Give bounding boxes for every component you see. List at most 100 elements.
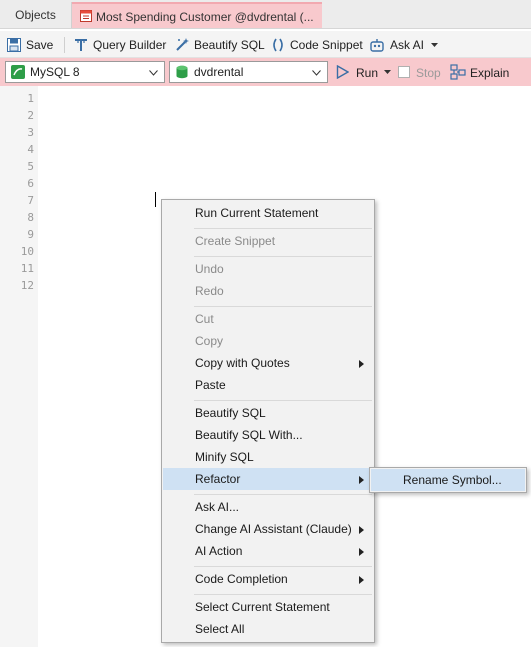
menu-item-code-completion[interactable]: Code Completion bbox=[163, 568, 374, 590]
menu-separator bbox=[194, 494, 372, 495]
stop-icon bbox=[398, 66, 410, 78]
menu-separator bbox=[194, 566, 372, 567]
database-value: dvdrental bbox=[194, 65, 244, 79]
refactor-submenu: Rename Symbol... bbox=[369, 467, 527, 493]
line-number: 2 bbox=[27, 109, 34, 122]
explain-button[interactable]: Explain bbox=[450, 62, 510, 82]
line-number: 4 bbox=[27, 143, 34, 156]
save-icon bbox=[7, 38, 21, 52]
query-builder-label: Query Builder bbox=[93, 38, 167, 52]
menu-item-undo[interactable]: Undo bbox=[163, 258, 374, 280]
menu-item-refactor[interactable]: Refactor bbox=[163, 468, 374, 490]
code-snippet-label: Code Snippet bbox=[290, 38, 363, 52]
save-button[interactable]: Save bbox=[6, 35, 54, 55]
menu-item-ask-ai[interactable]: Ask AI... bbox=[163, 496, 374, 518]
line-number: 6 bbox=[27, 177, 34, 190]
beautify-sql-label: Beautify SQL bbox=[194, 38, 265, 52]
line-number: 11 bbox=[20, 262, 34, 275]
menu-item-label: Copy with Quotes bbox=[195, 356, 290, 370]
chevron-right-icon bbox=[359, 360, 364, 368]
menu-item-minify-sql[interactable]: Minify SQL bbox=[163, 446, 374, 468]
menu-item-select-all[interactable]: Select All bbox=[163, 618, 374, 640]
play-icon bbox=[336, 65, 349, 79]
menu-item-rename-symbol[interactable]: Rename Symbol... bbox=[371, 469, 525, 491]
menu-separator bbox=[194, 256, 372, 257]
chevron-right-icon bbox=[359, 548, 364, 556]
chevron-right-icon bbox=[359, 576, 364, 584]
query-builder-icon bbox=[75, 39, 87, 51]
line-number: 1 bbox=[27, 92, 34, 105]
save-label: Save bbox=[26, 38, 54, 52]
database-select[interactable]: dvdrental bbox=[169, 61, 328, 83]
chevron-down-icon bbox=[431, 43, 438, 47]
chevron-down-icon bbox=[312, 70, 321, 76]
menu-item-ai-action[interactable]: AI Action bbox=[163, 540, 374, 562]
ai-robot-icon bbox=[370, 39, 384, 52]
editor-context-menu: Run Current Statement Create Snippet Und… bbox=[161, 199, 375, 643]
menu-item-create-snippet[interactable]: Create Snippet bbox=[163, 230, 374, 252]
tab-query-label: Most Spending Customer @dvdrental (... bbox=[96, 10, 314, 24]
line-number: 3 bbox=[27, 126, 34, 139]
line-number: 5 bbox=[27, 160, 34, 173]
tab-bar: Objects Most Spending Customer @dvdrenta… bbox=[0, 0, 531, 29]
menu-item-label: Code Completion bbox=[195, 572, 288, 586]
brackets-icon bbox=[273, 38, 283, 52]
explain-label: Explain bbox=[470, 66, 510, 80]
beautify-sql-button[interactable]: Beautify SQL bbox=[174, 35, 265, 55]
menu-item-label: Refactor bbox=[195, 472, 241, 486]
code-snippet-button[interactable]: Code Snippet bbox=[270, 35, 364, 55]
ask-ai-button[interactable]: Ask AI bbox=[369, 35, 439, 55]
chevron-down-icon bbox=[149, 70, 158, 76]
query-builder-button[interactable]: Query Builder bbox=[73, 35, 169, 55]
query-icon bbox=[80, 10, 92, 22]
menu-item-run-current-statement[interactable]: Run Current Statement bbox=[163, 202, 374, 224]
menu-separator bbox=[194, 228, 372, 229]
chevron-down-icon bbox=[384, 70, 391, 74]
menu-item-select-current-statement[interactable]: Select Current Statement bbox=[163, 596, 374, 618]
menu-separator bbox=[194, 594, 372, 595]
line-number: 7 bbox=[27, 194, 34, 207]
menu-item-beautify-sql-with[interactable]: Beautify SQL With... bbox=[163, 424, 374, 446]
database-icon bbox=[176, 65, 188, 79]
magic-wand-icon bbox=[176, 38, 189, 51]
menu-item-cut[interactable]: Cut bbox=[163, 308, 374, 330]
menu-separator bbox=[194, 400, 372, 401]
menu-item-copy-with-quotes[interactable]: Copy with Quotes bbox=[163, 352, 374, 374]
db-type-select[interactable]: MySQL 8 bbox=[5, 61, 165, 83]
chevron-right-icon bbox=[359, 476, 364, 484]
line-number: 8 bbox=[27, 211, 34, 224]
menu-item-paste[interactable]: Paste bbox=[163, 374, 374, 396]
toolbar-divider bbox=[64, 37, 65, 53]
tab-query[interactable]: Most Spending Customer @dvdrental (... bbox=[72, 2, 322, 28]
line-number-gutter: 1 2 3 4 5 6 7 8 9 10 11 12 bbox=[0, 86, 38, 647]
line-number: 10 bbox=[20, 245, 34, 258]
menu-item-redo[interactable]: Redo bbox=[163, 280, 374, 302]
db-type-value: MySQL 8 bbox=[30, 65, 80, 79]
tab-objects[interactable]: Objects bbox=[0, 2, 72, 28]
run-label: Run bbox=[356, 66, 379, 80]
chevron-right-icon bbox=[359, 526, 364, 534]
connection-toolbar: MySQL 8 dvdrental Run Stop Explain bbox=[0, 58, 531, 86]
menu-separator bbox=[194, 306, 372, 307]
menu-item-change-ai-assistant[interactable]: Change AI Assistant (Claude) bbox=[163, 518, 374, 540]
line-number: 9 bbox=[27, 228, 34, 241]
menu-item-copy[interactable]: Copy bbox=[163, 330, 374, 352]
stop-label: Stop bbox=[416, 66, 441, 80]
ask-ai-label: Ask AI bbox=[390, 38, 425, 52]
menu-item-label: Change AI Assistant (Claude) bbox=[195, 522, 352, 536]
explain-icon bbox=[450, 64, 466, 80]
run-button[interactable]: Run bbox=[336, 62, 392, 82]
menu-item-beautify-sql[interactable]: Beautify SQL bbox=[163, 402, 374, 424]
main-toolbar: Save Query Builder Beautify SQL Code Sni… bbox=[0, 31, 531, 58]
menu-item-label: AI Action bbox=[195, 544, 243, 558]
mysql-icon bbox=[11, 65, 25, 79]
text-caret bbox=[155, 192, 156, 207]
stop-button[interactable]: Stop bbox=[398, 62, 442, 82]
